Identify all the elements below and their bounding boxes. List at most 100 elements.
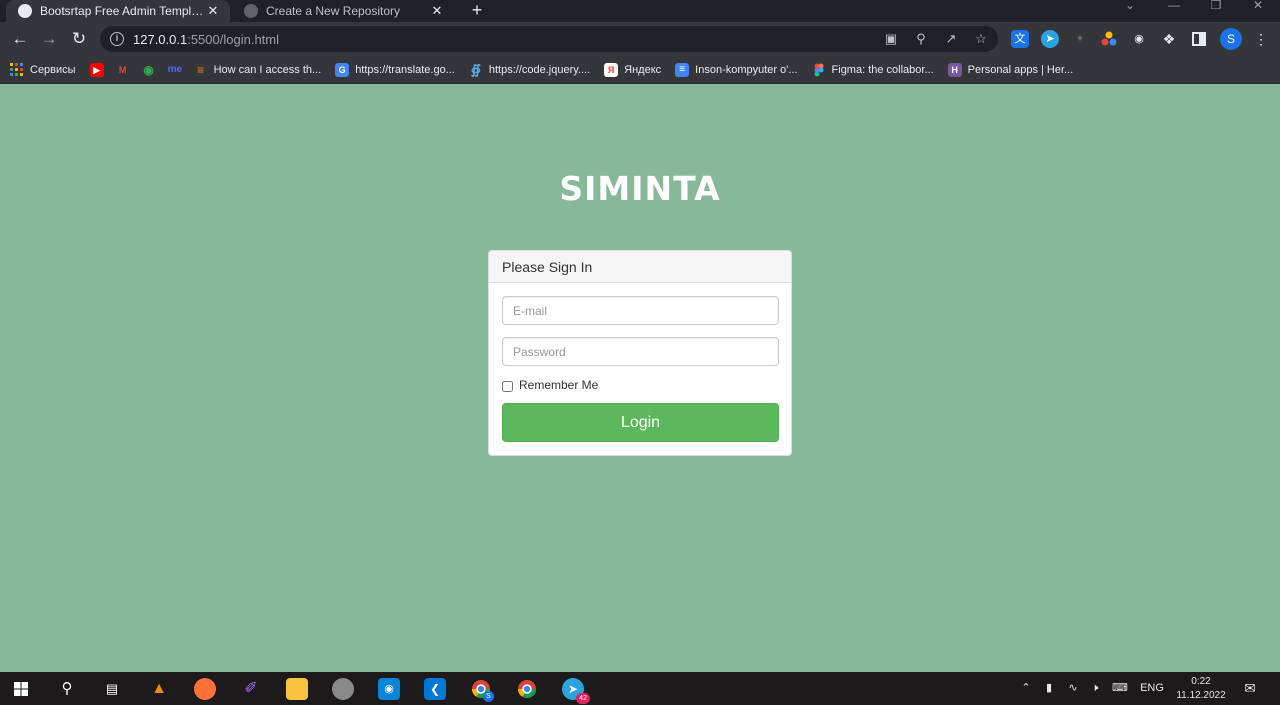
extension-badge-icon[interactable]: ◉ xyxy=(1130,30,1148,48)
close-window-icon[interactable]: ✕ xyxy=(1238,0,1278,22)
bookmark-star-icon[interactable]: ☆ xyxy=(972,30,990,48)
translate-extension-icon[interactable]: 文 xyxy=(1011,30,1029,48)
firefox-icon[interactable] xyxy=(194,678,216,700)
volume-muted-icon[interactable]: 🕨 xyxy=(1086,672,1104,705)
battery-icon[interactable]: ▮ xyxy=(1040,672,1058,705)
github-favicon-icon xyxy=(244,4,258,18)
reload-icon[interactable]: ↻ xyxy=(67,27,91,51)
bookmark-label: Inson-kompyuter o'... xyxy=(695,63,798,76)
wifi-icon[interactable]: ∿ xyxy=(1064,672,1082,705)
maps-icon: ◉ xyxy=(143,62,154,77)
rocket-extension-icon[interactable]: ✦ xyxy=(1071,30,1089,48)
panel-title: Please Sign In xyxy=(489,251,791,283)
translate-page-icon[interactable]: ▣ xyxy=(882,30,900,48)
bookmark-youtube[interactable]: ▶ xyxy=(89,56,104,84)
vscode-icon[interactable]: ❮ xyxy=(424,678,446,700)
profile-avatar[interactable]: S xyxy=(1220,28,1242,50)
search-icon[interactable]: ⚲ xyxy=(56,678,78,700)
translate-icon: G xyxy=(335,62,350,77)
close-tab-icon[interactable]: ✕ xyxy=(206,3,220,19)
site-info-icon[interactable]: i xyxy=(110,32,124,46)
telegram-extension-icon[interactable]: ➤ xyxy=(1041,30,1059,48)
bookmark-label: How can I access th... xyxy=(213,63,322,76)
login-button[interactable]: Login xyxy=(502,403,779,442)
bookmark-docs[interactable]: ≡ Inson-kompyuter o'... xyxy=(675,56,798,84)
remember-me-checkbox[interactable] xyxy=(502,380,513,392)
tab-create-repository[interactable]: Create a New Repository ✕ xyxy=(234,0,454,22)
telegram-icon[interactable]: ➤ 42 xyxy=(562,678,590,704)
github-favicon-icon xyxy=(18,4,32,18)
tray-chevron-icon[interactable]: ⌃ xyxy=(1018,672,1034,705)
tab-strip: Bootsrtap Free Admin Template - ✕ Create… xyxy=(0,0,1280,22)
bookmark-services[interactable]: Сервисы xyxy=(10,56,76,84)
chrome-profile-icon[interactable]: S xyxy=(470,678,494,702)
notifications-icon[interactable]: ✉ xyxy=(1240,672,1260,705)
extensions-puzzle-icon[interactable]: ❖ xyxy=(1160,30,1178,48)
bookmark-label: Яндекс xyxy=(624,63,662,76)
color-dots-extension-icon[interactable] xyxy=(1100,30,1118,48)
bookmark-yandex[interactable]: Я Яндекс xyxy=(604,56,661,84)
tab-admin-template[interactable]: Bootsrtap Free Admin Template - ✕ xyxy=(6,0,230,22)
file-explorer-icon[interactable] xyxy=(286,678,308,700)
jquery-icon: ∯ xyxy=(470,61,481,77)
language-indicator[interactable]: ENG xyxy=(1138,672,1166,705)
bookmark-label: Figma: the collabor... xyxy=(831,63,934,76)
apps-grid-icon xyxy=(10,62,24,77)
bookmark-label: https://translate.go... xyxy=(355,63,455,76)
email-input[interactable] xyxy=(502,296,779,325)
bookmark-label: Сервисы xyxy=(30,63,76,76)
bookmark-stackoverflow[interactable]: ≡ How can I access th... xyxy=(194,56,322,84)
tab-title: Create a New Repository xyxy=(266,4,401,18)
address-bar[interactable]: i 127.0.0.1:5500/login.html ▣ ⚲ ↗ ☆ xyxy=(100,26,998,52)
tab-title: Bootsrtap Free Admin Template - xyxy=(40,4,206,18)
browser-menu-icon[interactable]: ⋮ xyxy=(1254,29,1268,49)
clock[interactable]: 0:22 11.12.2022 xyxy=(1168,675,1234,703)
quill-app-icon[interactable]: ✐ xyxy=(240,678,262,700)
telegram-badge: 42 xyxy=(576,693,590,704)
clock-date: 11.12.2022 xyxy=(1176,690,1226,701)
minimize-icon[interactable]: — xyxy=(1154,0,1194,22)
clock-time: 0:22 xyxy=(1191,676,1211,687)
task-view-icon[interactable]: ▤ xyxy=(101,678,123,700)
yandex-icon: Я xyxy=(604,62,619,77)
bookmarks-bar: Сервисы ▶ M ◉ me ≡ How can I access th..… xyxy=(0,56,1280,84)
brand-title: SIMINTA xyxy=(559,169,721,208)
heroku-icon: H xyxy=(947,62,962,77)
bookmark-gmail[interactable]: M xyxy=(116,56,130,84)
docs-icon: ≡ xyxy=(675,62,690,77)
tab-search-icon[interactable]: ⌄ xyxy=(1110,0,1150,22)
remember-me-row[interactable]: Remember Me xyxy=(502,378,778,392)
bookmark-translate[interactable]: G https://translate.go... xyxy=(335,56,455,84)
zoom-icon[interactable]: ⚲ xyxy=(912,30,930,48)
keyboard-icon[interactable]: ⌨ xyxy=(1108,672,1132,705)
windows-start-icon[interactable] xyxy=(10,678,32,700)
stackoverflow-icon: ≡ xyxy=(197,62,205,77)
bookmark-heroku[interactable]: H Personal apps | Her... xyxy=(947,56,1073,84)
url-host: 127.0.0.1 xyxy=(133,31,188,47)
vlc-icon[interactable]: ▲ xyxy=(148,678,170,700)
camera-app-icon[interactable]: ◉ xyxy=(378,678,400,700)
bookmark-label: https://code.jquery.... xyxy=(488,63,591,76)
restore-icon[interactable]: ❐ xyxy=(1196,0,1236,22)
close-tab-icon[interactable]: ✕ xyxy=(430,3,444,19)
bookmark-maps[interactable]: ◉ xyxy=(142,56,156,84)
circle-app-icon[interactable] xyxy=(332,678,354,700)
chrome-icon[interactable] xyxy=(516,678,538,700)
browser-toolbar: ← → ↻ i 127.0.0.1:5500/login.html ▣ ⚲ ↗ … xyxy=(0,22,1280,56)
login-page: SIMINTA Please Sign In Remember Me Login xyxy=(0,85,1280,672)
chrome-profile-badge: S xyxy=(483,691,494,702)
new-tab-button[interactable]: + xyxy=(466,0,488,22)
back-arrow-icon[interactable]: ← xyxy=(8,27,32,51)
figma-icon xyxy=(812,63,826,77)
password-input[interactable] xyxy=(502,337,779,366)
share-icon[interactable]: ↗ xyxy=(942,30,960,48)
me-icon: me xyxy=(167,63,183,75)
side-panel-icon[interactable] xyxy=(1190,30,1208,48)
url-path: :5500/login.html xyxy=(187,31,279,47)
forward-arrow-icon[interactable]: → xyxy=(37,27,61,51)
bookmark-jquery[interactable]: ∯ https://code.jquery.... xyxy=(469,56,590,84)
bookmark-figma[interactable]: Figma: the collabor... xyxy=(812,56,934,84)
remember-me-label: Remember Me xyxy=(519,378,599,392)
bookmark-me[interactable]: me xyxy=(168,56,182,84)
sign-in-panel: Please Sign In Remember Me Login xyxy=(488,250,792,456)
